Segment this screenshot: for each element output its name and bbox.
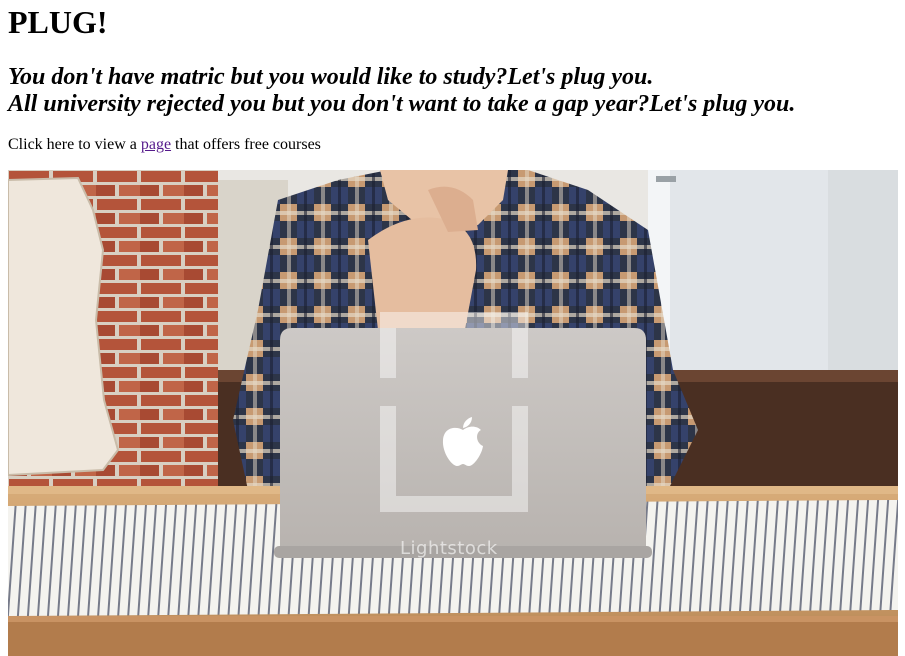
subtitle-line-2: All university rejected you but you don'…: [8, 91, 796, 117]
hero-image: Lightstock: [8, 170, 898, 656]
apple-logo-icon: [442, 417, 483, 466]
intro-text-after: that offers free courses: [171, 136, 321, 153]
page-content: PLUG! You don't have matric but you woul…: [0, 0, 905, 154]
intro-text-before: Click here to view a: [8, 136, 141, 153]
subtitle-line-1: You don't have matric but you would like…: [8, 64, 654, 90]
lightstock-watermark: Lightstock: [400, 538, 498, 559]
page-title: PLUG!: [8, 4, 108, 40]
page-subtitle: You don't have matric but you would like…: [8, 64, 897, 118]
intro-paragraph: Click here to view a page that offers fr…: [8, 136, 897, 154]
free-courses-link[interactable]: page: [141, 136, 171, 153]
